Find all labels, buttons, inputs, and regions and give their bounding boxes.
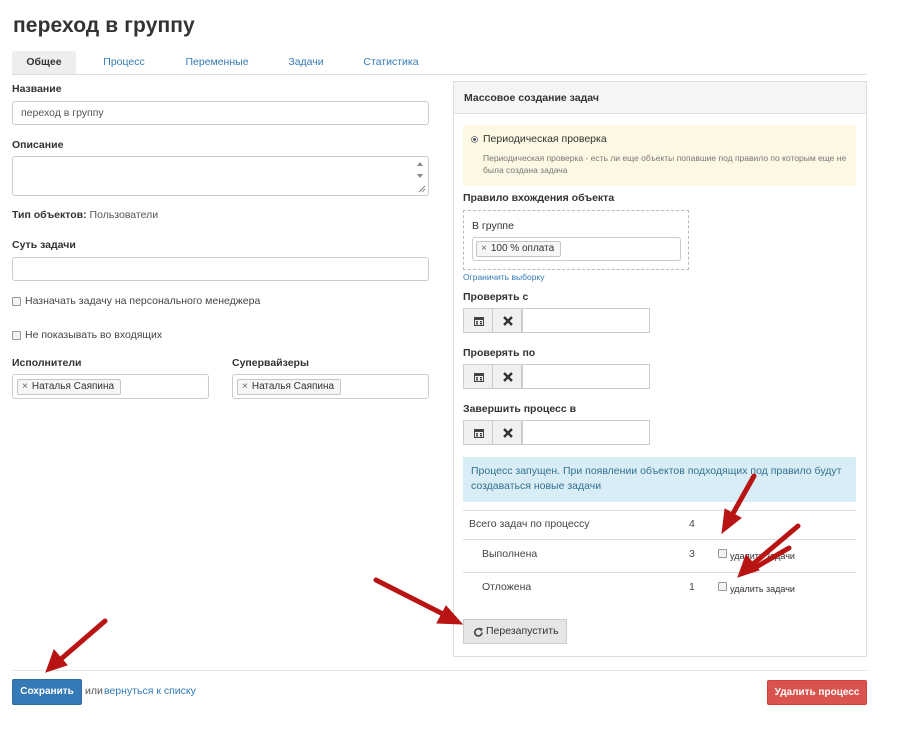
check-to-input[interactable]	[522, 364, 650, 389]
finish-label: Завершить процесс в	[463, 403, 577, 415]
table-row: Отложена 1 удалить задачи	[463, 572, 856, 604]
rule-label: Правило вхождения объекта	[463, 192, 615, 204]
remove-tag-icon[interactable]: ×	[22, 381, 28, 392]
supervisor-tag[interactable]: × Наталья Саяпина	[237, 379, 342, 395]
back-to-list-link[interactable]: вернуться к списку	[104, 685, 196, 697]
close-icon	[503, 316, 513, 326]
group-tag[interactable]: × 100 % оплата	[476, 241, 562, 257]
calendar-icon	[474, 317, 484, 326]
arrow-icon	[373, 577, 464, 625]
mass-task-panel: Массовое создание задач Периодическая пр…	[453, 81, 867, 657]
check-to-label: Проверять по	[463, 347, 536, 359]
name-input[interactable]: переход в группу	[12, 101, 429, 125]
hide-inbox-label: Не показывать во входящих	[25, 329, 163, 341]
check-from-input[interactable]	[522, 308, 650, 333]
mode-option-box: Периодическая проверка Периодическая про…	[463, 125, 856, 186]
object-type-label: Тип объектов	[12, 209, 84, 221]
tab-tasks[interactable]: Задачи	[279, 51, 333, 74]
supervisor-tag-label: Наталья Саяпина	[251, 381, 335, 392]
stat-value: 4	[689, 518, 695, 530]
calendar-icon	[474, 429, 484, 438]
executors-select[interactable]: × Наталья Саяпина	[12, 374, 209, 399]
stat-value: 3	[689, 548, 695, 560]
footer-divider	[12, 670, 867, 671]
check-from-label: Проверять с	[463, 291, 529, 303]
periodic-check-radio[interactable]	[471, 136, 478, 143]
tab-process[interactable]: Процесс	[91, 51, 157, 74]
table-row: Выполнена 3 удалить задачи	[463, 539, 856, 572]
refresh-icon	[474, 627, 483, 637]
stat-value: 1	[689, 581, 695, 593]
tab-general[interactable]: Общее	[12, 51, 76, 74]
spinner-arrows-icon[interactable]	[416, 160, 424, 186]
stat-label: Всего задач по процессу	[469, 518, 590, 530]
table-row: Всего задач по процессу 4	[463, 510, 856, 539]
periodic-check-description: Периодическая проверка - есть ли еще объ…	[483, 153, 847, 175]
executor-tag-label: Наталья Саяпина	[31, 381, 115, 392]
hide-inbox-checkbox[interactable]	[12, 331, 21, 340]
remove-tag-icon[interactable]: ×	[242, 381, 248, 392]
calendar-button[interactable]	[463, 308, 493, 333]
tab-statistics[interactable]: Статистика	[356, 51, 426, 74]
assign-manager-label: Назначать задачу на персонального менедж…	[25, 295, 261, 307]
object-type-value: Пользователи	[89, 209, 159, 221]
rule-group-box: В группе × 100 % оплата	[463, 210, 689, 270]
delete-tasks-label: удалить задачи	[730, 551, 795, 561]
description-textarea[interactable]	[12, 156, 429, 196]
tabs-bar: Общее Процесс Переменные Задачи Статисти…	[12, 51, 867, 75]
restart-button[interactable]: Перезапустить	[463, 619, 567, 644]
save-button[interactable]: Сохранить	[12, 679, 82, 705]
object-type: Тип объектов: Пользователи	[12, 209, 159, 221]
description-label: Описание	[12, 139, 64, 151]
periodic-check-label: Периодическая проверка	[483, 133, 607, 145]
close-icon	[503, 372, 513, 382]
resize-handle-icon[interactable]	[418, 185, 426, 193]
assign-manager-checkbox[interactable]	[12, 297, 21, 306]
stat-label: Отложена	[482, 581, 532, 593]
name-input-value: переход в группу	[21, 107, 104, 119]
supervisors-label: Супервайзеры	[232, 357, 309, 369]
stat-label: Выполнена	[482, 548, 538, 560]
tab-variables[interactable]: Переменные	[176, 51, 258, 74]
executors-label: Исполнители	[12, 357, 82, 369]
arrow-icon	[45, 618, 108, 673]
supervisors-select[interactable]: × Наталья Саяпина	[232, 374, 429, 399]
rule-group-label: В группе	[472, 220, 514, 232]
or-text: или	[85, 685, 103, 697]
limit-selection-link[interactable]: Ограничить выборку	[463, 272, 544, 282]
group-tag-label: 100 % оплата	[490, 243, 555, 254]
calendar-button[interactable]	[463, 364, 493, 389]
clear-date-button[interactable]	[492, 364, 522, 389]
check-to-group	[463, 364, 651, 389]
rule-group-select[interactable]: × 100 % оплата	[472, 237, 681, 261]
finish-input[interactable]	[522, 420, 650, 445]
status-message: Процесс запущен. При появлении объектов …	[471, 465, 842, 492]
delete-tasks-checkbox[interactable]	[718, 582, 727, 591]
calendar-icon	[474, 373, 484, 382]
panel-title: Массовое создание задач	[464, 92, 599, 104]
executor-tag[interactable]: × Наталья Саяпина	[17, 379, 122, 395]
delete-tasks-checkbox[interactable]	[718, 549, 727, 558]
page-title: переход в группу	[13, 14, 195, 37]
clear-date-button[interactable]	[492, 420, 522, 445]
task-essence-input[interactable]	[12, 257, 429, 281]
clear-date-button[interactable]	[492, 308, 522, 333]
check-from-group	[463, 308, 651, 333]
delete-tasks-label: удалить задачи	[730, 584, 795, 594]
task-essence-label: Суть задачи	[12, 239, 76, 251]
close-icon	[503, 428, 513, 438]
restart-label: Перезапустить	[486, 625, 559, 637]
name-label: Название	[12, 83, 62, 95]
calendar-button[interactable]	[463, 420, 493, 445]
finish-group	[463, 420, 651, 445]
status-alert: Процесс запущен. При появлении объектов …	[463, 457, 856, 502]
delete-process-button[interactable]: Удалить процесс	[767, 680, 867, 705]
panel-header: Массовое создание задач	[454, 82, 866, 114]
remove-tag-icon[interactable]: ×	[481, 243, 487, 254]
